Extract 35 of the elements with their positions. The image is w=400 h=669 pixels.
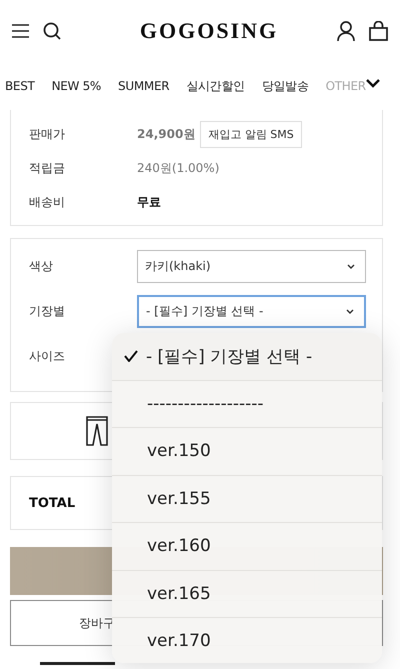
option-label: 기장별 bbox=[29, 303, 65, 320]
option-select[interactable]: 카키(khaki) bbox=[137, 250, 366, 283]
search-icon[interactable] bbox=[43, 22, 61, 40]
dropdown-option[interactable]: ver.170 bbox=[112, 618, 382, 663]
field-value: 240원(1.00%) bbox=[137, 160, 220, 176]
nav-link[interactable]: 당일발송 bbox=[262, 78, 309, 94]
shopping-bag-icon[interactable] bbox=[369, 21, 388, 41]
dropdown-option[interactable]: ver.150 bbox=[112, 428, 382, 476]
total-label: TOTAL bbox=[29, 496, 76, 510]
chevron-down-icon bbox=[347, 264, 355, 269]
logo[interactable]: GOGOSING bbox=[95, 18, 323, 44]
field-value: 24,900원 bbox=[137, 126, 196, 142]
chevron-down-icon bbox=[346, 309, 354, 314]
menu-icon[interactable] bbox=[12, 24, 29, 38]
dropdown-option[interactable]: ver.165 bbox=[112, 570, 382, 618]
nav-link[interactable]: 실시간할인 bbox=[186, 78, 245, 94]
nav-link[interactable]: BEST bbox=[5, 79, 35, 93]
checkmark-icon bbox=[124, 350, 138, 362]
pants-icon bbox=[86, 416, 108, 446]
option-select[interactable]: - [필수] 기장별 선택 - bbox=[137, 295, 366, 328]
user-icon[interactable] bbox=[337, 21, 355, 41]
field-label: 배송비 bbox=[29, 194, 65, 210]
option-label: 사이즈 bbox=[29, 348, 65, 365]
dropdown-option[interactable]: - [필수] 기장별 선택 - bbox=[112, 333, 382, 380]
field-label: 판매가 bbox=[29, 126, 65, 142]
restock-sms-button[interactable]: 재입고 알림 SMS bbox=[200, 120, 302, 148]
nav-link[interactable]: SUMMER bbox=[118, 79, 170, 93]
dropdown-option[interactable]: ------------------- bbox=[112, 380, 382, 428]
dropdown-option[interactable]: ver.155 bbox=[112, 476, 382, 523]
nav-link[interactable]: NEW 5% bbox=[52, 79, 102, 93]
field-value: 무료 bbox=[137, 194, 161, 210]
dropdown-option[interactable]: ver.160 bbox=[112, 523, 382, 570]
chevron-down-icon[interactable] bbox=[366, 79, 380, 88]
field-label: 적립금 bbox=[29, 160, 65, 176]
option-label: 색상 bbox=[29, 258, 53, 275]
